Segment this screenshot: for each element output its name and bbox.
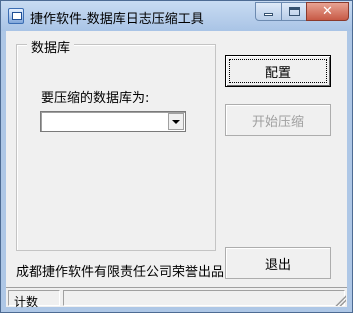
app-window: 捷作软件-数据库日志压缩工具 ✕ 数据库 要压缩的数据库为: 配置 开始压缩 退… xyxy=(0,0,353,313)
close-button[interactable]: ✕ xyxy=(306,2,349,21)
app-icon[interactable] xyxy=(8,8,24,24)
status-bar: 计数 xyxy=(6,287,347,309)
maximize-button[interactable] xyxy=(281,2,307,21)
minimize-button[interactable] xyxy=(255,2,282,21)
focus-rect xyxy=(229,59,327,83)
start-compress-button[interactable]: 开始压缩 xyxy=(225,104,331,136)
database-prompt-label: 要压缩的数据库为: xyxy=(41,91,150,106)
group-label: 数据库 xyxy=(27,37,75,56)
credit-text: 成都捷作软件有限责任公司荣誉出品 xyxy=(16,265,225,280)
status-pane-count: 计数 xyxy=(8,290,60,309)
chevron-down-icon xyxy=(172,119,180,124)
window-title: 捷作软件-数据库日志压缩工具 xyxy=(30,12,204,27)
start-compress-label: 开始压缩 xyxy=(251,114,304,130)
dialog-body: 数据库 要压缩的数据库为: 配置 开始压缩 退出 成都捷作软件有限责任公司荣誉出… xyxy=(6,31,347,287)
config-button[interactable]: 配置 xyxy=(225,55,331,87)
maximize-icon xyxy=(288,7,300,16)
minimize-icon xyxy=(264,13,273,16)
status-pane-message xyxy=(63,290,345,306)
close-icon: ✕ xyxy=(322,4,333,19)
database-group xyxy=(16,44,216,251)
resize-grip-icon[interactable] xyxy=(334,294,346,306)
exit-button[interactable]: 退出 xyxy=(225,247,331,279)
dropdown-button[interactable] xyxy=(168,113,184,130)
title-bar[interactable]: 捷作软件-数据库日志压缩工具 ✕ xyxy=(1,1,352,31)
database-select[interactable] xyxy=(40,111,186,132)
status-count-text: 计数 xyxy=(14,295,39,309)
exit-button-label: 退出 xyxy=(264,257,291,273)
